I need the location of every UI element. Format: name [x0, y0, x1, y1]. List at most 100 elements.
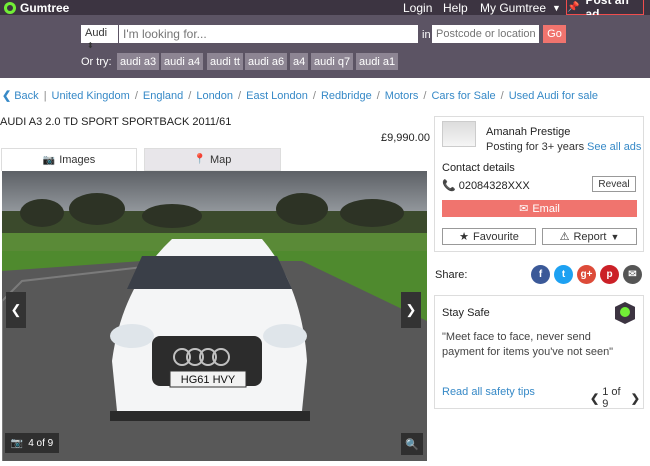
- or-try-label: Or try:: [81, 56, 112, 68]
- select-arrows-icon: ⬍: [87, 41, 94, 50]
- breadcrumb-item[interactable]: Used Audi for sale: [509, 90, 598, 102]
- chevron-right-icon[interactable]: ❯: [631, 392, 640, 405]
- chevron-left-icon: ❮: [2, 90, 12, 102]
- safety-tip: "Meet face to face, never send payment f…: [442, 331, 614, 358]
- breadcrumb-item[interactable]: United Kingdom: [52, 90, 130, 102]
- my-gumtree-menu[interactable]: My Gumtree ▼: [480, 0, 561, 15]
- breadcrumb-item[interactable]: Redbridge: [321, 90, 372, 102]
- safety-pager-text: 1 of 9: [602, 386, 621, 410]
- seller-panel: Amanah Prestige Posting for 3+ years See…: [434, 116, 644, 252]
- suggestion-chip[interactable]: audi a6: [245, 53, 288, 70]
- zoom-in-icon: 🔍: [405, 438, 419, 451]
- chevron-right-icon: ❯: [405, 302, 417, 317]
- reveal-button[interactable]: Reveal: [592, 176, 636, 192]
- gumtree-logo-icon: [4, 1, 16, 14]
- gumtree-logo[interactable]: Gumtree: [4, 0, 69, 15]
- top-bar: Gumtree Login Help My Gumtree ▼ 📌 Post a…: [0, 0, 650, 21]
- car-photo-illustration: HG61 HVY: [2, 171, 427, 461]
- listing-photo[interactable]: HG61 HVY: [2, 171, 427, 461]
- breadcrumb-separator: |: [43, 89, 47, 102]
- chevron-left-icon: ❮: [10, 302, 22, 317]
- safety-pager: ❮ 1 of 9 ❯: [587, 386, 643, 410]
- report-button[interactable]: ⚠ Report ▼: [542, 228, 637, 245]
- logo-text: Gumtree: [20, 0, 70, 15]
- tab-map-label: Map: [210, 153, 232, 166]
- twitter-icon[interactable]: t: [554, 265, 573, 284]
- email-share-icon[interactable]: ✉: [623, 265, 642, 284]
- phone-icon: 📞: [442, 180, 456, 192]
- breadcrumb-separator: /: [312, 89, 316, 102]
- email-button[interactable]: ✉ Email: [442, 200, 637, 217]
- go-button[interactable]: Go: [543, 25, 566, 43]
- suggestion-chip[interactable]: audi a4: [161, 53, 204, 70]
- listing-title: AUDI A3 2.0 TD SPORT SPORTBACK 2011/61: [0, 116, 232, 128]
- camera-icon: 📷: [42, 154, 56, 166]
- report-label: Report: [573, 230, 607, 243]
- suggestion-chip[interactable]: audi tt: [207, 53, 243, 70]
- breadcrumb-separator: /: [238, 89, 242, 102]
- breadcrumb-item[interactable]: Cars for Sale: [431, 90, 495, 102]
- pin-icon: 📌: [567, 1, 580, 13]
- safety-shield-icon: [615, 302, 635, 324]
- chevron-left-icon[interactable]: ❮: [590, 392, 599, 405]
- back-label: Back: [14, 90, 39, 102]
- back-link[interactable]: ❮ Back: [2, 89, 39, 102]
- map-pin-icon: 📍: [193, 154, 207, 165]
- email-label: Email: [532, 202, 560, 215]
- search-input[interactable]: [119, 25, 418, 43]
- category-select-value: Audi: [85, 27, 108, 39]
- posting-duration: Posting for 3+ years: [486, 141, 585, 153]
- zoom-button[interactable]: 🔍: [401, 433, 423, 455]
- help-link[interactable]: Help: [443, 0, 468, 15]
- camera-icon: 📷: [10, 437, 24, 449]
- google-plus-icon[interactable]: g+: [577, 265, 596, 284]
- star-icon: ★: [459, 231, 469, 243]
- phone-number: 📞 02084328XXX: [442, 179, 530, 192]
- read-safety-tips-link[interactable]: Read all safety tips: [442, 386, 535, 398]
- search-bar: Audi ⬍ in Go Or try: audi a3 audi a4 aud…: [0, 15, 650, 78]
- suggestion-chip[interactable]: audi a1: [356, 53, 399, 70]
- number-plate: HG61 HVY: [181, 374, 236, 386]
- caret-down-icon: ▼: [552, 2, 561, 13]
- contact-details-heading: Contact details: [442, 162, 515, 174]
- breadcrumb-separator: /: [423, 89, 427, 102]
- in-label: in: [422, 29, 431, 41]
- facebook-icon[interactable]: f: [531, 265, 550, 284]
- favourite-label: Favourite: [473, 230, 519, 243]
- listing-price: £9,990.00: [381, 132, 430, 144]
- suggestion-chip[interactable]: a4: [290, 53, 309, 70]
- seller-name: Amanah Prestige: [486, 126, 571, 138]
- location-input[interactable]: [432, 25, 539, 43]
- suggestion-chip[interactable]: audi a3: [117, 53, 160, 70]
- pinterest-icon[interactable]: p: [600, 265, 619, 284]
- share-label: Share:: [435, 269, 468, 281]
- envelope-icon: ✉: [519, 203, 529, 215]
- favourite-button[interactable]: ★ Favourite: [442, 228, 536, 245]
- breadcrumb-item[interactable]: England: [143, 90, 183, 102]
- caret-down-icon: ▼: [610, 231, 620, 242]
- see-all-ads-link[interactable]: See all ads: [587, 141, 641, 153]
- breadcrumb-separator: /: [376, 89, 380, 102]
- my-gumtree-label: My Gumtree: [480, 0, 547, 15]
- breadcrumb-separator: /: [134, 89, 138, 102]
- warning-icon: ⚠: [559, 231, 570, 243]
- tab-map[interactable]: 📍 Map: [144, 148, 281, 171]
- seller-thumbnail[interactable]: [442, 121, 476, 147]
- tab-images[interactable]: 📷 Images: [1, 148, 137, 171]
- breadcrumb-item[interactable]: East London: [246, 90, 308, 102]
- photo-counter-text: 4 of 9: [28, 437, 54, 449]
- login-link[interactable]: Login: [403, 0, 432, 15]
- phone-text: 02084328XXX: [458, 180, 530, 192]
- breadcrumb-separator: /: [188, 89, 192, 102]
- stay-safe-title: Stay Safe: [442, 307, 490, 319]
- suggestion-chip[interactable]: audi q7: [311, 53, 354, 70]
- photo-counter: 📷 4 of 9: [5, 433, 59, 453]
- next-photo-button[interactable]: ❯: [401, 292, 421, 328]
- post-ad-button[interactable]: 📌 Post an ad: [566, 0, 644, 21]
- breadcrumb: ❮ Back | United Kingdom / England / Londo…: [2, 89, 598, 103]
- breadcrumb-item[interactable]: London: [196, 90, 233, 102]
- stay-safe-panel: Stay Safe "Meet face to face, never send…: [434, 295, 644, 410]
- category-select[interactable]: Audi ⬍: [81, 25, 118, 50]
- previous-photo-button[interactable]: ❮: [6, 292, 26, 328]
- breadcrumb-item[interactable]: Motors: [385, 90, 419, 102]
